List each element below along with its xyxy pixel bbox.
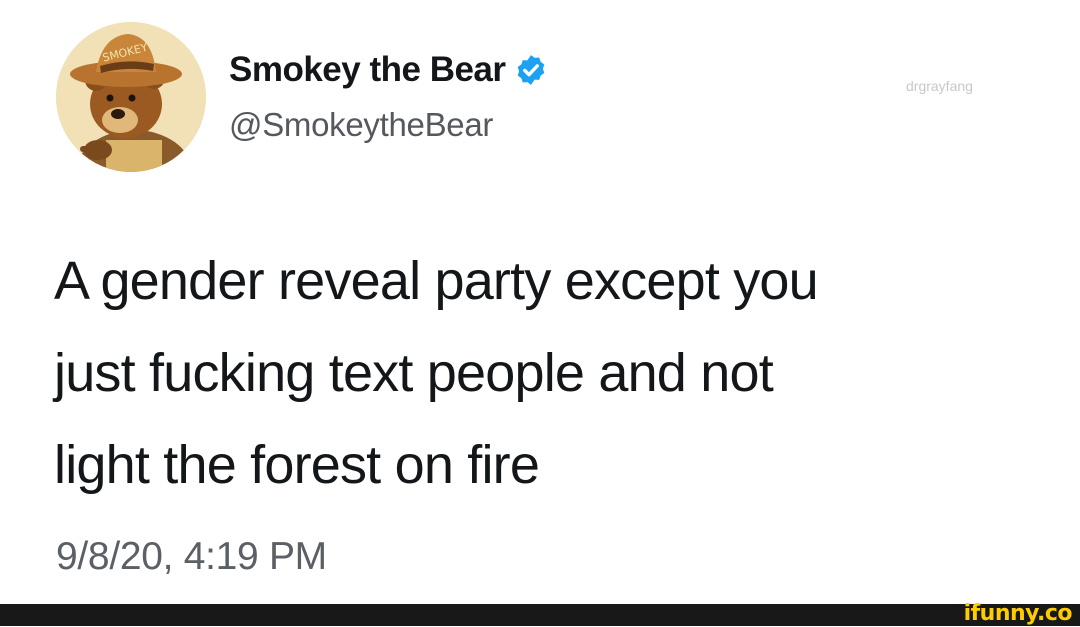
profile-avatar[interactable]: SMOKEY <box>56 22 206 172</box>
author-name-row: Smokey the Bear <box>229 52 548 87</box>
watermark: drgrayfang <box>906 78 973 94</box>
author-display-name[interactable]: Smokey the Bear <box>229 52 506 87</box>
verified-badge-icon <box>514 53 548 87</box>
ifunny-footer-bar: ifunny.co <box>0 601 1080 627</box>
tweet-text-line: just fucking text people and not <box>54 343 774 403</box>
author-handle[interactable]: @SmokeytheBear <box>229 108 493 141</box>
tweet-card: SMOKEY Smokey the Bear @SmokeytheBear dr… <box>0 0 1080 604</box>
smokey-bear-avatar-icon: SMOKEY <box>56 22 206 172</box>
tweet-text-line: A gender reveal party except you <box>54 251 819 311</box>
tweet-text-line: light the forest on fire <box>54 435 540 495</box>
tweet-text: A gender reveal party except you just fu… <box>54 235 1054 511</box>
ifunny-logo[interactable]: ifunny.co <box>964 601 1073 627</box>
tweet-timestamp[interactable]: 9/8/20, 4:19 PM <box>56 537 327 576</box>
